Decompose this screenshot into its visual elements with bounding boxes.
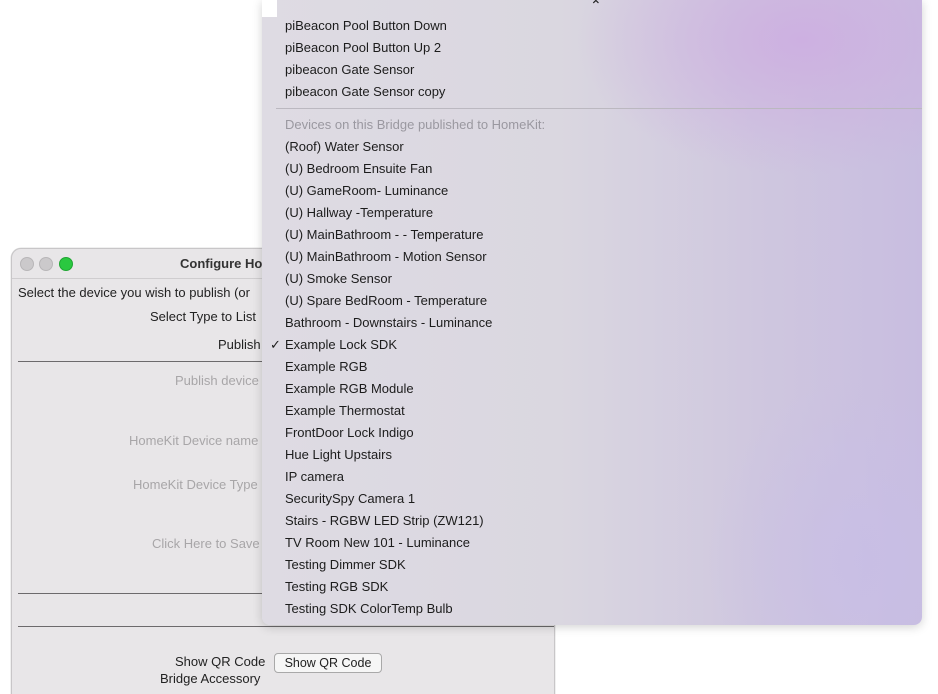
checkmark-icon: ✓ xyxy=(270,337,281,352)
minimize-window-button[interactable] xyxy=(39,257,53,271)
show-qr-code-button[interactable]: Show QR Code xyxy=(274,653,382,673)
menu-item[interactable]: pibeacon Gate Sensor copy xyxy=(285,81,885,103)
menu-item[interactable]: FrontDoor Lock Indigo xyxy=(285,422,885,444)
screen: Configure Ho Select the device you wish … xyxy=(0,0,938,694)
menu-item[interactable]: (U) Bedroom Ensuite Fan xyxy=(285,158,885,180)
homekit-device-type-label: HomeKit Device Type xyxy=(133,477,258,492)
menu-item[interactable]: TV Room New 101 - Luminance xyxy=(285,532,885,554)
divider xyxy=(18,626,554,627)
menu-item[interactable]: Testing Dimmer SDK xyxy=(285,554,885,576)
menu-item[interactable]: Example Lock SDK xyxy=(285,334,885,356)
scroll-up-arrow-icon[interactable]: ⌃ xyxy=(590,0,602,12)
menu-item[interactable]: (U) Spare BedRoom - Temperature xyxy=(285,290,885,312)
instruction-text: Select the device you wish to publish (o… xyxy=(18,285,250,300)
homekit-device-name-label: HomeKit Device name xyxy=(129,433,259,448)
menu-item[interactable]: (U) Smoke Sensor xyxy=(285,268,885,290)
publish-label: Publish xyxy=(218,337,261,352)
menu-section-header: Devices on this Bridge published to Home… xyxy=(285,117,546,132)
bridge-accessory-label: Bridge Accessory xyxy=(160,671,261,686)
device-popup-menu[interactable]: ⌃ piBeacon Pool Button Down piBeacon Pool… xyxy=(262,0,922,625)
menu-item[interactable]: Example RGB Module xyxy=(285,378,885,400)
menu-item[interactable]: Example Thermostat xyxy=(285,400,885,422)
menu-item[interactable]: Bathroom - Downstairs - Luminance xyxy=(285,312,885,334)
menu-item[interactable]: (U) MainBathroom - - Temperature xyxy=(285,224,885,246)
menu-item[interactable]: Testing RGB SDK xyxy=(285,576,885,598)
menu-item[interactable]: Stairs - RGBW LED Strip (ZW121) xyxy=(285,510,885,532)
menu-separator xyxy=(276,108,922,109)
menu-item[interactable]: Testing SDK ColorTemp Bulb xyxy=(285,598,885,620)
menu-corner xyxy=(262,0,277,17)
menu-item[interactable]: (U) MainBathroom - Motion Sensor xyxy=(285,246,885,268)
menu-item[interactable]: pibeacon Gate Sensor xyxy=(285,59,885,81)
menu-item[interactable]: Example RGB xyxy=(285,356,885,378)
menu-item[interactable]: piBeacon Pool Button Down xyxy=(285,15,885,37)
show-qr-label: Show QR Code xyxy=(175,654,266,669)
window-title: Configure Ho xyxy=(180,256,263,271)
menu-item[interactable]: SecuritySpy Camera 1 xyxy=(285,488,885,510)
menu-item[interactable]: piBeacon Pool Button Up 2 xyxy=(285,37,885,59)
menu-item[interactable]: Hue Light Upstairs xyxy=(285,444,885,466)
click-save-label: Click Here to Save xyxy=(152,536,260,551)
menu-item[interactable]: IP camera xyxy=(285,466,885,488)
publish-device-label: Publish device xyxy=(175,373,259,388)
select-type-label: Select Type to List xyxy=(150,309,256,324)
close-window-button[interactable] xyxy=(20,257,34,271)
menu-item[interactable]: (U) Hallway -Temperature xyxy=(285,202,885,224)
zoom-window-button[interactable] xyxy=(59,257,73,271)
menu-item[interactable]: (U) GameRoom- Luminance xyxy=(285,180,885,202)
menu-item[interactable]: (Roof) Water Sensor xyxy=(285,136,885,158)
